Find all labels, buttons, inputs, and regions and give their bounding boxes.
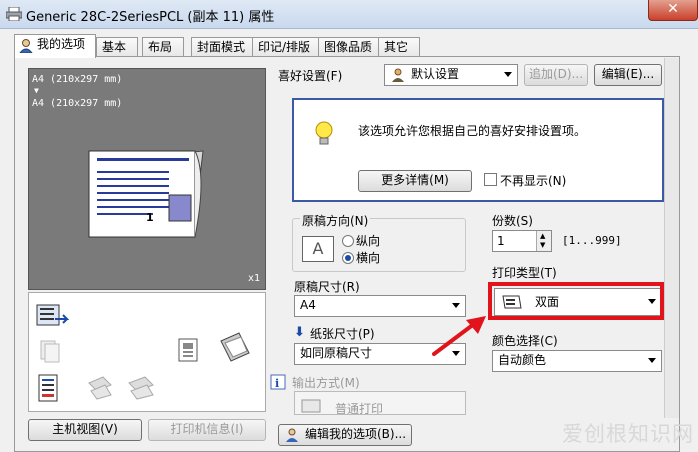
- landscape-radio[interactable]: [342, 252, 354, 264]
- color-select[interactable]: 自动颜色: [492, 350, 662, 372]
- preview-original-size: A4 (210x297 mm): [32, 74, 123, 85]
- dont-show-checkbox[interactable]: [484, 173, 497, 186]
- window-title: Generic 28C-2SeriesPCL (副本 11) 属性: [26, 10, 275, 25]
- close-button[interactable]: ✕: [648, 0, 698, 21]
- printer-info-button[interactable]: 打印机信息(I): [148, 419, 266, 441]
- booklet-icon: [220, 332, 250, 362]
- duplex-page-icon: [88, 150, 204, 238]
- report-icon: [38, 374, 58, 402]
- preview-page-number: 1: [146, 211, 154, 224]
- more-details-button[interactable]: 更多详情(M): [358, 170, 472, 192]
- landscape-label: 横向: [356, 251, 381, 265]
- tab-my-options[interactable]: 我的选项: [14, 34, 96, 58]
- tab-stamp-layout[interactable]: 印记/排版: [252, 37, 324, 57]
- lightbulb-icon: [315, 121, 333, 145]
- orientation-label: 原稿方向(N): [300, 212, 371, 229]
- chevron-down-icon: [648, 358, 656, 363]
- watermark-text: 爱创根知识网: [562, 422, 694, 446]
- chevron-down-icon: [504, 72, 512, 77]
- output-method-select[interactable]: 普通打印: [294, 391, 466, 415]
- orientation-preview-icon: A: [302, 236, 334, 262]
- tab-basic[interactable]: 基本: [96, 37, 138, 57]
- copies-input[interactable]: 1 ▲ ▼: [492, 230, 552, 252]
- spin-down-icon[interactable]: ▼: [540, 241, 545, 249]
- preview-page-count: x1: [248, 273, 261, 284]
- preview-paper-size: A4 (210x297 mm): [32, 98, 123, 109]
- portrait-label: 纵向: [356, 234, 381, 248]
- edit-my-options-button[interactable]: 编辑我的选项(B)...: [278, 424, 412, 446]
- spin-up-icon[interactable]: ▲: [540, 232, 545, 240]
- document-icon: [178, 338, 198, 362]
- settings-person-icon: [392, 68, 404, 82]
- page-preview: A4 (210x297 mm) ▼ A4 (210x297 mm) 1 x1: [28, 68, 266, 290]
- print-type-label: 打印类型(T): [492, 266, 557, 280]
- arrow-down-icon: ▼: [34, 86, 39, 95]
- info-icon: i: [270, 374, 286, 390]
- arrow-down-icon: ⬇: [294, 325, 305, 340]
- original-size-label: 原稿尺寸(R): [294, 280, 360, 294]
- copies-spinner[interactable]: ▲ ▼: [536, 231, 551, 251]
- svg-text:i: i: [275, 377, 279, 390]
- vertical-scrollbar[interactable]: [664, 58, 679, 418]
- staple-icon: [88, 376, 112, 400]
- add-favorite-button[interactable]: 追加(D)...: [524, 64, 588, 86]
- punch-icon: [128, 376, 154, 400]
- title-bar: Generic 28C-2SeriesPCL (副本 11) 属性: [0, 0, 698, 29]
- chevron-down-icon: [452, 303, 460, 308]
- favorites-select[interactable]: 默认设置: [384, 64, 518, 86]
- printer-icon: [6, 7, 22, 21]
- info-message: 该选项允许您根据自己的喜好安排设置项。: [358, 124, 587, 138]
- tab-other[interactable]: 其它: [378, 37, 420, 57]
- info-box: 该选项允许您根据自己的喜好安排设置项。 更多详情(M) 不再显示(N): [292, 98, 664, 202]
- user-icon: [286, 428, 298, 442]
- tab-layout[interactable]: 布局: [142, 37, 184, 57]
- tab-image-quality[interactable]: 图像品质: [318, 37, 384, 57]
- stack-pages-icon: [40, 340, 60, 363]
- tab-cover-mode[interactable]: 封面模式: [191, 37, 257, 57]
- dont-show-label: 不再显示(N): [500, 174, 567, 188]
- output-method-label: 输出方式(M): [292, 376, 360, 390]
- copies-label: 份数(S): [492, 214, 533, 228]
- printer-output-icon[interactable]: [35, 303, 69, 331]
- printer-icon: [301, 399, 321, 413]
- portrait-radio[interactable]: [342, 235, 354, 247]
- paper-size-label: 纸张尺寸(P): [310, 327, 375, 341]
- favorites-label: 喜好设置(F): [278, 69, 343, 83]
- copies-range: [1...999]: [562, 234, 622, 247]
- user-icon: [19, 39, 33, 53]
- color-label: 颜色选择(C): [492, 334, 558, 348]
- annotation-arrow-icon: [432, 316, 486, 356]
- main-view-button[interactable]: 主机视图(V): [28, 419, 142, 441]
- edit-favorite-button[interactable]: 编辑(E)...: [594, 64, 662, 86]
- highlight-box: [488, 282, 664, 320]
- device-icon-pane: [28, 292, 266, 412]
